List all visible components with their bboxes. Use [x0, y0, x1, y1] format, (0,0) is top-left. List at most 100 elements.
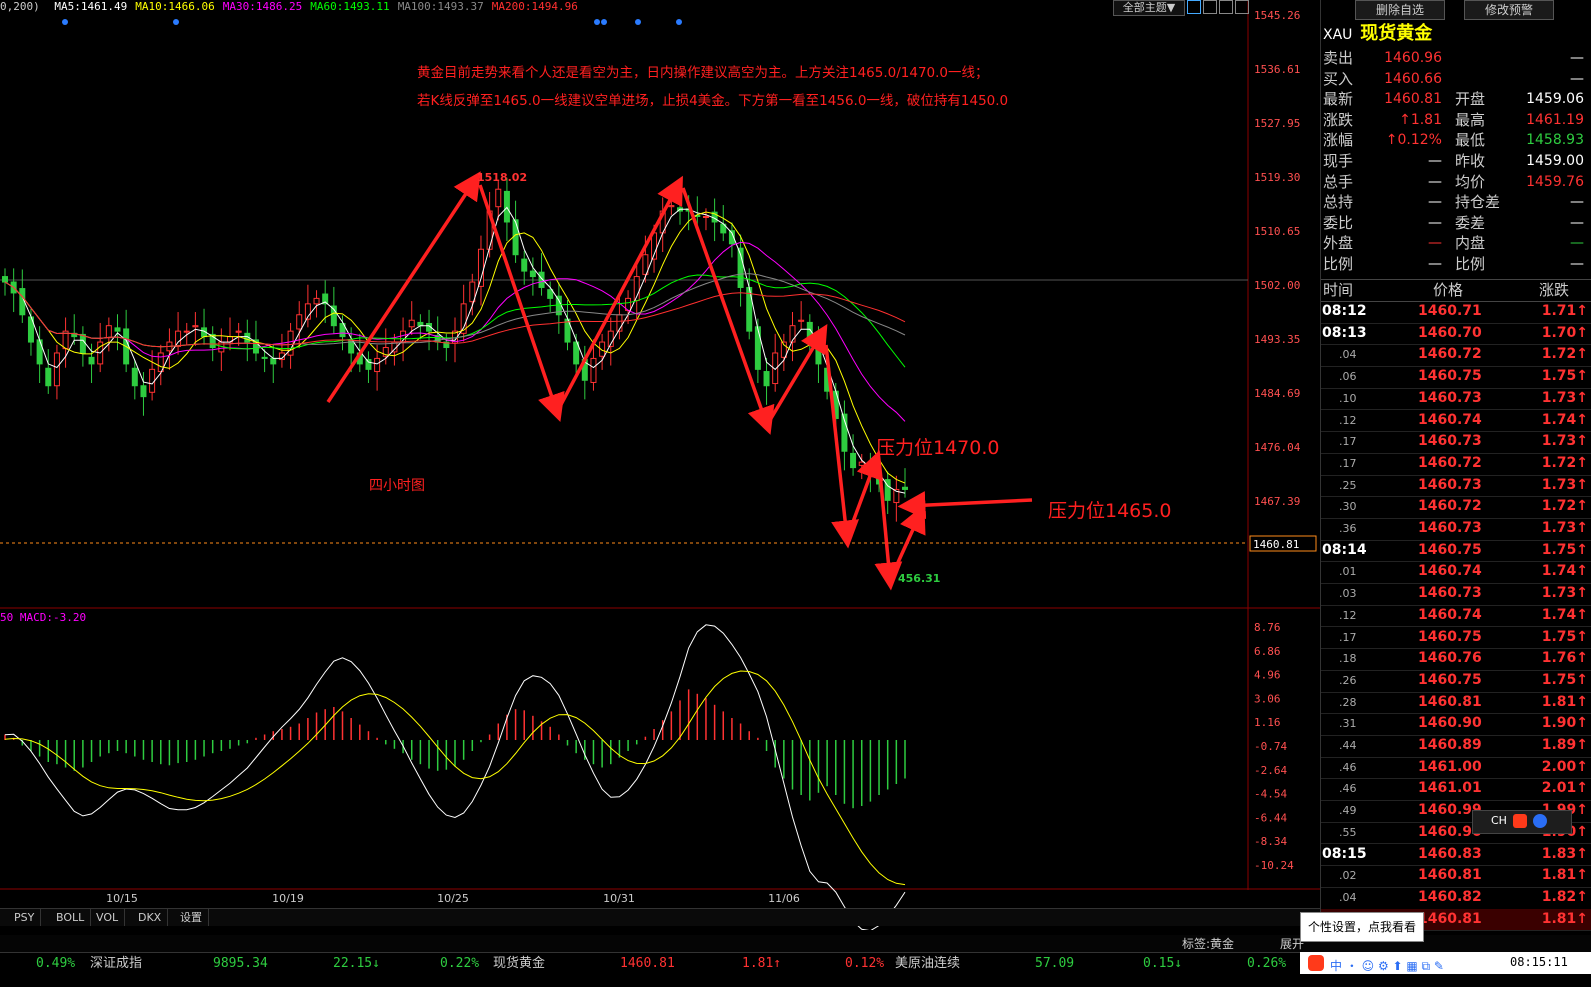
price-tick-label: 1493.35	[1254, 333, 1300, 346]
tick-row: .28 1460.81 1.81↑	[1321, 692, 1591, 715]
delete-watchlist-button[interactable]: 删除自选	[1355, 0, 1445, 20]
indicator-tab[interactable]: 设置	[174, 909, 209, 926]
trend-arrow	[897, 491, 1033, 520]
sogou-tray-icon[interactable]	[1308, 955, 1324, 971]
date-tick-label: 10/25	[437, 892, 469, 905]
crosshair-icon[interactable]	[1187, 0, 1201, 14]
current-price-label: 1460.81	[1253, 538, 1299, 551]
ticker-item: 57.09	[1035, 956, 1075, 971]
grid-icon[interactable]	[1203, 0, 1217, 14]
sogou-icon[interactable]	[1513, 814, 1527, 828]
tick-row: .36 1460.73 1.73↑	[1321, 518, 1591, 541]
candle-body	[131, 367, 138, 387]
indicator-tabs: PSY BOLL VOL DKX 设置	[0, 908, 1320, 926]
ma-legend-item: MA60:1493.11	[310, 0, 390, 13]
tray: 中 ・ ☺ ⚙ ⬆ ▦ ⧉ ✎ 08:15:11	[1300, 952, 1591, 974]
tick-row: .25 1460.73 1.73↑	[1321, 475, 1591, 498]
theme-button[interactable]: 全部主题▼	[1113, 0, 1185, 16]
resistance-1470-label: 压力位1470.0	[876, 437, 1000, 459]
candle-body	[590, 357, 597, 383]
tick-price: 1460.72	[1418, 454, 1482, 471]
ime-language[interactable]: CH	[1491, 814, 1507, 827]
quote-label: 持仓差	[1455, 193, 1501, 212]
tick-row: .17 1460.75 1.75↑	[1321, 627, 1591, 650]
tick-time: .02	[1339, 869, 1357, 883]
help-icon[interactable]	[1533, 814, 1547, 828]
tick-change: 1.73↑	[1541, 433, 1588, 450]
tick-row: .12 1460.74 1.74↑	[1321, 410, 1591, 433]
tick-price: 1460.81	[1418, 910, 1482, 927]
ime-toolbar[interactable]: CH	[1472, 810, 1572, 834]
quote-label: 比例	[1323, 255, 1354, 273]
candle-body	[763, 371, 770, 387]
candle-body	[374, 357, 381, 373]
quote-label: 比例	[1455, 255, 1486, 273]
tick-row: .18 1460.76 1.76↑	[1321, 648, 1591, 671]
quote-label: 委差	[1455, 213, 1486, 232]
quote-label: 现手	[1323, 152, 1354, 170]
candle-body	[408, 319, 415, 328]
indicator-tab[interactable]: VOL	[90, 909, 126, 926]
event-marker	[173, 19, 179, 25]
event-marker	[601, 19, 607, 25]
candle-body	[149, 368, 156, 393]
tick-change: 1.74↑	[1541, 563, 1588, 580]
tray-icons[interactable]: 中 ・ ☺ ⚙ ⬆ ▦ ⧉ ✎	[1330, 957, 1444, 974]
macd-tick-label: 1.16	[1254, 716, 1281, 729]
tick-change: 1.81↑	[1541, 910, 1588, 927]
price-tick-label: 1502.00	[1254, 279, 1300, 292]
ticker-item: 22.15↓	[333, 956, 380, 971]
quote-row: 现手 — 昨收 1459.00	[1321, 151, 1591, 172]
toolbar-icons[interactable]	[1187, 0, 1249, 14]
indicator-tab[interactable]: DKX	[132, 909, 169, 926]
tick-row: 08:14 1460.75 1.75↑	[1321, 540, 1591, 563]
indicator-tab[interactable]: PSY	[8, 909, 42, 926]
candle-body	[798, 319, 805, 322]
tick-change: 1.74↑	[1541, 411, 1588, 428]
tick-time: .17	[1339, 435, 1357, 449]
tick-price: 1460.76	[1418, 650, 1482, 667]
ma-prefix: 0,200)	[0, 0, 40, 13]
quote-row: 委比 — 委差 —	[1321, 213, 1591, 234]
symbol-name: 现货黄金	[1360, 23, 1433, 44]
ticker-item: 0.26%	[1247, 956, 1287, 971]
trend-arrow	[478, 184, 565, 422]
candle-body	[495, 188, 502, 208]
date-tick-label: 10/19	[272, 892, 304, 905]
tick-change: 1.71↑	[1541, 303, 1588, 319]
quote-label: 内盘	[1455, 234, 1486, 253]
quote-row: 总手 — 均价 1459.76	[1321, 172, 1591, 193]
tick-price: 1460.71	[1418, 303, 1482, 319]
tick-price: 1460.74	[1418, 563, 1482, 580]
tooltip-personal-settings[interactable]: 个性设置，点我看看	[1300, 912, 1424, 942]
tick-row: .26 1460.75 1.75↑	[1321, 670, 1591, 693]
candle-body	[140, 385, 147, 398]
quote-label: 最高	[1455, 110, 1486, 129]
ma-legend: 0,200) MA5:1461.49 MA10:1466.06 MA30:1486.…	[0, 0, 578, 14]
modify-alert-button[interactable]: 修改预警	[1464, 0, 1554, 20]
candle-body	[270, 357, 277, 365]
window-icon[interactable]	[1235, 0, 1249, 14]
tick-price: 1460.73	[1418, 585, 1482, 602]
macd-tick-label: -8.34	[1254, 835, 1287, 848]
quote-label: 均价	[1455, 172, 1486, 191]
col-time: 时间	[1323, 281, 1354, 299]
layout-icon[interactable]	[1219, 0, 1233, 14]
quote-row: 比例 — 比例 —	[1321, 254, 1591, 275]
quote-label: 委比	[1323, 213, 1354, 232]
candle-body	[192, 325, 199, 328]
tick-row: .44 1460.89 1.89↑	[1321, 735, 1591, 758]
ticker-item: 0.49%	[36, 956, 76, 971]
quote-value: —	[1428, 235, 1442, 252]
tick-price: 1460.75	[1418, 541, 1482, 558]
tick-change: 1.73↑	[1541, 389, 1588, 406]
tick-change: 2.01↑	[1541, 780, 1588, 797]
tick-change: 1.72↑	[1541, 498, 1588, 515]
price-tick-label: 1510.65	[1254, 225, 1300, 238]
tick-change: 1.72↑	[1541, 346, 1588, 363]
tick-price: 1460.75	[1418, 671, 1482, 688]
trend-arrow	[888, 504, 926, 581]
quote-label: 总手	[1323, 172, 1354, 191]
indicator-tab[interactable]: BOLL	[50, 909, 92, 926]
kline-chart[interactable]: 1545.26 1536.61 1527.95 1519.30 1510.65 1502.…	[0, 0, 1320, 930]
